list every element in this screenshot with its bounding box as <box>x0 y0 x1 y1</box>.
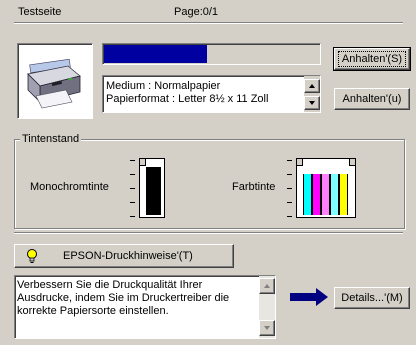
tips-separator <box>14 232 403 234</box>
document-name: Testseite <box>18 6 62 18</box>
details-button[interactable]: Details...'(M) <box>334 287 410 309</box>
media-info-box: Medium : Normalpapier Papierformat : Let… <box>102 75 321 113</box>
color-ink-gauge <box>287 158 359 220</box>
epson-tips-button-label: EPSON-Druckhinweise'(T) <box>63 250 193 262</box>
arrow-right-icon <box>290 288 328 306</box>
media-info-scrollbar[interactable] <box>304 76 320 112</box>
printer-image <box>17 43 93 119</box>
epson-tips-button[interactable]: EPSON-Druckhinweise'(T) <box>14 244 234 268</box>
scroll-up-button[interactable] <box>259 278 275 294</box>
page-counter: Page:0/1 <box>174 6 219 18</box>
scroll-up-button[interactable] <box>304 79 320 93</box>
chevron-down-icon <box>264 326 270 330</box>
color-ink-label: Farbtinte <box>232 181 276 193</box>
pause-button-u[interactable]: Anhalten'(u) <box>334 88 410 110</box>
print-progress-bar <box>102 43 321 65</box>
print-progress-fill <box>104 45 207 63</box>
ink-level-group-label: Tintenstand <box>20 133 82 145</box>
chevron-up-icon <box>264 284 270 288</box>
scroll-down-button[interactable] <box>304 96 320 110</box>
light-magenta-ink-level <box>321 174 330 215</box>
chevron-up-icon <box>309 84 315 88</box>
tips-scrollbar[interactable] <box>259 276 275 338</box>
chevron-down-icon <box>309 101 315 105</box>
yellow-ink-level <box>339 174 348 215</box>
pause-button-s[interactable]: Anhalten'(S) <box>333 47 411 71</box>
pause-button-u-label: Anhalten'(u) <box>342 93 402 105</box>
details-button-label: Details...'(M) <box>341 292 403 304</box>
magenta-ink-level <box>312 174 321 215</box>
tips-text: Verbessern Sie die Druckqualität Ihrer A… <box>17 279 230 317</box>
light-cyan-ink-level <box>330 174 339 215</box>
black-ink-level <box>146 167 161 215</box>
monochrome-ink-gauge <box>130 158 176 220</box>
media-type-text: Medium : Normalpapier <box>106 80 221 92</box>
header-separator <box>14 22 403 24</box>
light-bulb-icon <box>27 249 37 263</box>
scroll-down-button[interactable] <box>259 320 275 336</box>
printer-icon <box>27 58 81 109</box>
paper-size-text: Papierformat : Letter 8½ x 11 Zoll <box>106 93 269 105</box>
cyan-ink-level <box>303 174 312 215</box>
pause-button-s-label: Anhalten'(S) <box>337 51 407 67</box>
monochrome-ink-label: Monochromtinte <box>30 181 109 193</box>
tips-text-box: Verbessern Sie die Druckqualität Ihrer A… <box>14 275 276 339</box>
